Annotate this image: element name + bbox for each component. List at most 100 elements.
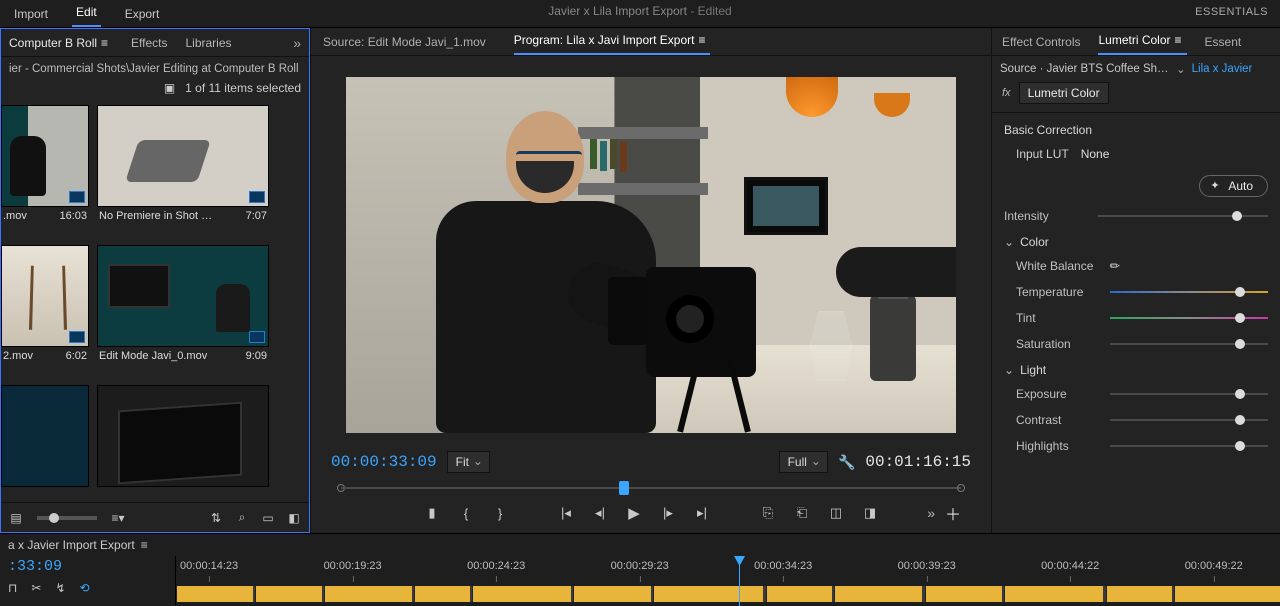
clip-item[interactable]: No Premiere in Shot Editi...7:07 [97, 105, 269, 237]
sort-icon[interactable]: ⇅ [209, 511, 223, 525]
chevron-down-icon[interactable]: ⌄ [1176, 62, 1186, 76]
saturation-slider[interactable] [1110, 337, 1268, 351]
step-back-icon[interactable]: ◂| [592, 505, 608, 521]
tab-export[interactable]: Export [121, 3, 164, 27]
export-frame-icon[interactable]: ◫ [828, 505, 844, 521]
panel-menu-icon[interactable] [141, 538, 153, 552]
white-balance-label: White Balance [1016, 259, 1100, 273]
zoom-dropdown[interactable]: Fit [447, 451, 490, 473]
linked-selection-icon[interactable]: ✂ [31, 581, 41, 595]
highlights-label: Highlights [1016, 439, 1100, 453]
program-viewer[interactable] [346, 77, 956, 433]
program-monitor-panel: Source: Edit Mode Javi_1.mov Program: Li… [310, 28, 992, 533]
go-to-out-icon[interactable]: ▸| [694, 505, 710, 521]
group-color[interactable]: Color [1004, 235, 1268, 249]
effect-name[interactable]: Lumetri Color [1019, 82, 1109, 104]
contrast-slider[interactable] [1110, 413, 1268, 427]
exposure-label: Exposure [1016, 387, 1100, 401]
time-tick: 00:00:24:23 [467, 560, 525, 572]
tab-source[interactable]: Source: Edit Mode Javi_1.mov [323, 35, 486, 55]
tab-lumetri-color[interactable]: Lumetri Color [1098, 33, 1186, 55]
input-lut-label: Input LUT [1016, 147, 1069, 161]
source-clip-label[interactable]: Source · Javier BTS Coffee Shoot... [1000, 63, 1170, 75]
snap-icon[interactable]: ⊓ [8, 581, 17, 595]
filmstrip-icon[interactable]: ▤ [9, 511, 23, 525]
timeline-playhead[interactable] [739, 556, 740, 606]
sequence-link[interactable]: Lila x Javier [1192, 63, 1253, 75]
eyedropper-icon[interactable] [1110, 259, 1120, 273]
button-editor-icon[interactable]: ＋ [945, 501, 961, 525]
overflow-icon[interactable]: » [293, 35, 301, 51]
clip-item[interactable]: 2.mov6:02 [1, 245, 89, 377]
tab-effects[interactable]: Effects [131, 36, 167, 50]
media-badge-icon [249, 191, 265, 203]
playhead-icon[interactable] [619, 481, 629, 495]
tab-import[interactable]: Import [10, 3, 52, 27]
clip-item[interactable] [1, 385, 89, 502]
time-tick: 00:00:34:23 [754, 560, 812, 572]
timecode-out: 00:01:16:15 [865, 453, 971, 471]
step-forward-icon[interactable]: |▸ [660, 505, 676, 521]
panel-menu-icon[interactable] [698, 33, 710, 47]
intensity-slider[interactable] [1098, 209, 1268, 223]
mark-out-icon[interactable]: } [492, 505, 508, 521]
panel-menu-icon[interactable] [1175, 33, 1187, 47]
group-light[interactable]: Light [1004, 363, 1268, 377]
list-view-icon[interactable]: ≡▾ [111, 511, 125, 525]
clip-grid: .mov16:03 No Premiere in Shot Editi...7:… [1, 101, 309, 502]
go-to-in-icon[interactable]: |◂ [558, 505, 574, 521]
timecode-in[interactable]: 00:00:33:09 [331, 453, 437, 471]
tab-bin[interactable]: Computer B Roll [9, 36, 113, 50]
zoom-slider[interactable] [49, 513, 59, 523]
mark-in-icon[interactable]: { [458, 505, 474, 521]
time-tick: 00:00:19:23 [324, 560, 382, 572]
tab-edit[interactable]: Edit [72, 1, 101, 27]
timeline-timecode[interactable]: :33:09 [8, 558, 167, 575]
clip-item[interactable] [97, 385, 269, 502]
search-icon[interactable]: ⌕ [235, 511, 249, 525]
contrast-label: Contrast [1016, 413, 1100, 427]
project-panel: Computer B Roll Effects Libraries » ier … [0, 28, 310, 533]
settings-link-icon[interactable]: ⟲ [80, 581, 90, 595]
clear-icon[interactable]: ◧ [287, 511, 301, 525]
marker-icon[interactable]: ↯ [55, 581, 65, 595]
play-icon[interactable]: ▶ [626, 505, 642, 521]
workspace-label[interactable]: ESSENTIALS [1195, 6, 1268, 18]
tab-libraries[interactable]: Libraries [186, 36, 232, 50]
auto-button[interactable]: Auto [1199, 175, 1268, 197]
tab-effect-controls[interactable]: Effect Controls [1002, 35, 1080, 55]
resolution-dropdown[interactable]: Full [779, 451, 828, 473]
bin-path: ier - Commercial Shots\Javier Editing at… [1, 57, 309, 77]
media-badge-icon [69, 331, 85, 343]
scrub-bar[interactable] [331, 479, 971, 497]
temperature-slider[interactable] [1110, 285, 1268, 299]
add-marker-icon[interactable]: ▮ [424, 505, 440, 521]
highlights-slider[interactable] [1110, 439, 1268, 453]
clip-item[interactable]: .mov16:03 [1, 105, 89, 237]
panel-menu-icon[interactable] [101, 36, 113, 50]
tab-program[interactable]: Program: Lila x Javi Import Export [514, 33, 711, 55]
tab-essential[interactable]: Essent [1205, 35, 1242, 55]
settings-icon[interactable]: 🔧 [838, 454, 855, 471]
section-basic-correction[interactable]: Basic Correction [1004, 123, 1268, 137]
tint-slider[interactable] [1110, 311, 1268, 325]
exposure-slider[interactable] [1110, 387, 1268, 401]
sequence-tab[interactable]: a x Javier Import Export [8, 538, 135, 552]
intensity-label: Intensity [1004, 209, 1088, 223]
new-bin-icon[interactable]: ▭ [261, 511, 275, 525]
timeline-ruler[interactable]: 00:00:14:23 00:00:19:23 00:00:24:23 00:0… [176, 556, 1280, 605]
overflow-icon[interactable]: » [927, 505, 935, 521]
lift-icon[interactable]: ⎘ [760, 505, 776, 521]
time-tick: 00:00:14:23 [180, 560, 238, 572]
input-lut-dropdown[interactable]: None [1081, 147, 1110, 161]
time-tick: 00:00:44:22 [1041, 560, 1099, 572]
media-badge-icon [69, 191, 85, 203]
fx-badge-icon[interactable]: fx [1002, 87, 1011, 99]
time-tick: 00:00:49:22 [1185, 560, 1243, 572]
clip-item[interactable]: Edit Mode Javi_0.mov9:09 [97, 245, 269, 377]
temperature-label: Temperature [1016, 285, 1100, 299]
app-title: Javier x Lila Import Export - Edited [548, 4, 731, 18]
new-item-icon[interactable] [164, 81, 175, 95]
extract-icon[interactable]: ⎗ [794, 505, 810, 521]
comparison-view-icon[interactable]: ◨ [862, 505, 878, 521]
